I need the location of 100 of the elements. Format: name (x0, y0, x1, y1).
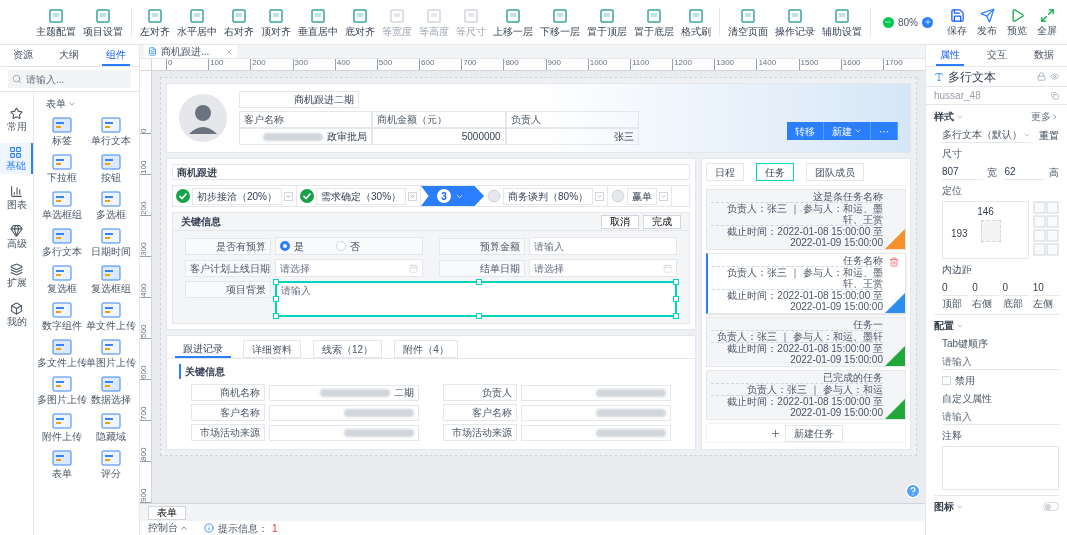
textarea-input[interactable]: 请输入 (277, 283, 675, 315)
component-item[interactable]: 按钮 (86, 152, 135, 185)
form-tab[interactable]: 表单 (148, 505, 186, 520)
lock-icon[interactable] (1037, 72, 1046, 81)
category-tab[interactable]: 高级 (0, 221, 33, 252)
tab[interactable]: 跟进记录 (175, 340, 231, 358)
action-button[interactable]: ··· (871, 122, 898, 140)
resize-handle[interactable] (273, 279, 279, 285)
zoom-in-button[interactable] (922, 16, 933, 28)
component-item[interactable]: 单图片上传 (86, 337, 135, 370)
component-item[interactable]: 多图片上传 (38, 374, 87, 407)
component-item[interactable]: 多行文本 (38, 226, 87, 259)
add-task-button[interactable]: 新建任务 (784, 424, 843, 442)
resize-handle[interactable] (673, 313, 679, 319)
toolbar-button[interactable]: 置于顶层 (585, 7, 629, 37)
panel-tab[interactable]: 资源 (9, 45, 38, 66)
resize-handle[interactable] (476, 313, 482, 319)
input-field[interactable]: 请输入 (529, 237, 677, 255)
component-item[interactable]: 附件上传 (38, 411, 87, 444)
panel-tab[interactable]: 组件 (101, 45, 130, 66)
tab[interactable]: 线索（12） (313, 340, 383, 358)
component-item[interactable]: 单文件上传 (86, 300, 135, 333)
component-item[interactable]: 下拉框 (38, 152, 87, 185)
component-item[interactable]: 多文件上传 (38, 337, 87, 370)
number-field[interactable]: 0 (1002, 280, 1029, 296)
component-item[interactable]: 标签 (38, 115, 87, 148)
action-button[interactable]: 新建 (824, 122, 871, 140)
toolbar-button[interactable]: 左对齐 (138, 7, 172, 37)
console-button[interactable]: 控制台 (148, 523, 188, 533)
component-item[interactable]: 复选框 (38, 263, 87, 296)
toolbar-button[interactable]: 上移一层 (491, 7, 535, 37)
category-tab[interactable]: 我的 (0, 299, 33, 330)
tab[interactable]: 日程 (706, 163, 744, 181)
toolbar-button[interactable]: 右对齐 (222, 7, 256, 37)
panel-button[interactable]: 取消 (601, 214, 639, 229)
checkbox[interactable]: 禁用 (934, 373, 1059, 388)
category-tab[interactable]: 图表 (0, 182, 33, 213)
date-input[interactable]: 请选择 (534, 260, 663, 276)
date-input[interactable]: 请选择 (280, 260, 409, 276)
tab[interactable]: 附件（4） (394, 340, 458, 358)
component-item[interactable]: 隐藏域 (86, 411, 135, 444)
number-field[interactable]: 0 (972, 280, 999, 296)
component-item[interactable]: 表单 (38, 448, 87, 481)
toolbar-button[interactable]: 主题配置 (34, 7, 78, 37)
number-field[interactable]: 10 (1032, 280, 1059, 296)
toolbar-button[interactable]: 置于底层 (632, 7, 676, 37)
tab[interactable]: 任务 (756, 163, 794, 181)
component-item[interactable]: 数据选择 (86, 374, 135, 407)
component-item[interactable]: 多选框 (86, 189, 135, 222)
action-button[interactable]: 转移 (787, 122, 824, 140)
number-field[interactable]: 62 (1004, 164, 1045, 180)
help-button[interactable] (905, 483, 921, 499)
task-card[interactable]: 任务一 负责人：张三 ｜ 参与人：和运、墨轩 截止时间：2022-01-08 15:00:00 至 2022-01-09 15:00:00 (706, 317, 906, 367)
toolbar-button[interactable]: 操作记录 (773, 7, 817, 37)
toolbar-button[interactable]: 下移一层 (538, 7, 582, 37)
component-item[interactable]: 单行文本 (86, 115, 135, 148)
task-card[interactable]: 这是条任务名称 负责人：张三 ｜ 参与人：和运、墨轩、王赏 截止时间：2022-01-08 15:00:00 至 2022-01-09 15:00:00 (706, 189, 906, 250)
toolbar-button[interactable]: 垂直居中 (296, 7, 340, 37)
more-link[interactable]: 更多 (1031, 109, 1059, 124)
resize-handle[interactable] (673, 296, 679, 302)
panel-button[interactable]: 完成 (643, 214, 681, 229)
input-field[interactable]: 请输入 (942, 354, 1059, 370)
tab[interactable]: 团队成员 (806, 163, 864, 181)
component-item[interactable]: 日期时间 (86, 226, 135, 259)
eye-icon[interactable] (1050, 72, 1059, 81)
number-field[interactable]: 0 (942, 280, 969, 296)
search-field[interactable]: 请输入... (8, 70, 131, 88)
action-button[interactable]: 发布 (975, 8, 999, 36)
document-tab[interactable]: 商机跟进... (144, 45, 238, 58)
toolbar-button[interactable]: 清空页面 (726, 7, 770, 37)
current-step[interactable]: 3 (421, 186, 485, 206)
component-item[interactable]: 评分 (86, 448, 135, 481)
date-field[interactable]: 请选择 (529, 259, 677, 277)
panel-tab[interactable]: 交互 (982, 45, 1011, 66)
category-tab[interactable]: 基础 (0, 143, 33, 174)
copy-icon[interactable] (1051, 91, 1059, 100)
toolbar-button[interactable]: 格式刷 (679, 7, 713, 37)
action-button[interactable]: 预览 (1005, 8, 1029, 36)
toolbar-button[interactable]: 项目设置 (81, 7, 125, 37)
toolbar-button[interactable]: 底对齐 (343, 7, 377, 37)
panel-tab[interactable]: 大纲 (55, 45, 84, 66)
toolbar-button[interactable]: 顶对齐 (259, 7, 293, 37)
component-item[interactable]: 数字组件 (38, 300, 87, 333)
task-card[interactable]: 任务名称 负责人：张三 ｜ 参与人：和运、墨轩、王赏 截止时间：2022-01-08 15:00:00 至 2022-01-09 15:00:00 (706, 253, 906, 314)
resize-handle[interactable] (273, 313, 279, 319)
category-tab[interactable]: 常用 (0, 104, 33, 135)
panel-tab[interactable]: 属性 (935, 45, 964, 66)
radio-option[interactable]: 否 (336, 238, 360, 254)
search-input[interactable]: 请输入... (26, 71, 127, 87)
note-field[interactable] (942, 446, 1059, 490)
reset-button[interactable]: 重置 (1039, 127, 1059, 143)
action-button[interactable]: 全屏 (1035, 8, 1059, 36)
zoom-out-button[interactable] (883, 16, 894, 28)
toolbar-button[interactable]: 辅助设置 (820, 7, 864, 37)
input-field[interactable]: 请输入 (942, 409, 1059, 425)
panel-tab[interactable]: 数据 (1029, 45, 1058, 66)
component-item[interactable]: 复选框组 (86, 263, 135, 296)
category-tab[interactable]: 扩展 (0, 260, 33, 291)
resize-handle[interactable] (476, 279, 482, 285)
tab[interactable]: 详细资料 (243, 340, 301, 358)
